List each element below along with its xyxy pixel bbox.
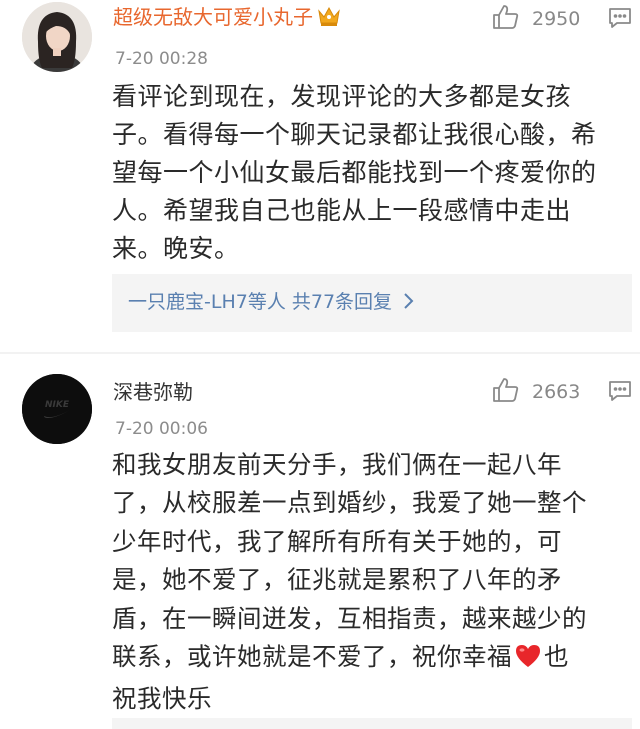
user-portrait-image [22, 2, 92, 72]
thumbs-up-icon[interactable] [492, 376, 520, 408]
comment-line: 人。希望我自己也能从上一段感情中走出 [112, 196, 572, 225]
svg-text:NIKE: NIKE [45, 400, 70, 410]
username-text[interactable]: 深巷弥勒 [113, 380, 193, 404]
comment-line: 是，她不爱了，征兆就是累积了八年的矛 [112, 565, 562, 595]
comment-item: 超级无敌大可爱小丸子 7-20 00:28 2950 看评论到现在，发现评论的大… [0, 0, 640, 354]
avatar[interactable] [22, 2, 92, 72]
comment-line: 来。晚安。 [112, 234, 240, 263]
comment-item: NIKE 深巷弥勒 7-20 00:06 2663 和我女朋友前天分手，我们俩在… [0, 354, 640, 729]
comment-line: 少年时代，我了解所有所有关于她的，可 [112, 526, 562, 556]
avatar[interactable]: NIKE [22, 374, 92, 444]
comment-line: 联系，或许她就是不爱了，祝你幸福 也 [112, 638, 632, 680]
replies-summary-text[interactable]: 一只鹿宝-LH7等人 共77条回复 [128, 291, 392, 313]
comment-line-text: 也 [544, 642, 569, 672]
reply-button[interactable] [608, 379, 632, 407]
comment-line-text: 联系，或许她就是不爱了，祝你幸福 [112, 642, 512, 672]
replies-link[interactable]: 一只鹿宝-LH7等人 共77条回复 [128, 289, 414, 317]
reply-button[interactable] [608, 6, 632, 34]
heart-icon [514, 642, 542, 680]
like-count: 2663 [532, 381, 581, 403]
comment-line: 和我女朋友前天分手，我们俩在一起八年 [112, 450, 562, 479]
comment-icon[interactable] [608, 8, 632, 34]
username[interactable]: 超级无敌大可爱小丸子 [113, 4, 341, 33]
replies-summary[interactable] [112, 718, 632, 729]
like-count: 2950 [532, 8, 581, 30]
nike-logo-avatar: NIKE [22, 374, 92, 444]
crown-icon [317, 5, 341, 33]
like-button[interactable]: 2663 [492, 376, 580, 408]
timestamp: 7-20 00:28 [115, 49, 208, 69]
timestamp: 7-20 00:06 [115, 419, 208, 439]
replies-summary[interactable]: 一只鹿宝-LH7等人 共77条回复 [112, 274, 632, 332]
like-button[interactable]: 2950 [492, 3, 580, 35]
comment-line: 子。看得每一个聊天记录都让我很心酸，希 [112, 120, 597, 149]
comment-text: 看评论到现在，发现评论的大多都是女孩 子。看得每一个聊天记录都让我很心酸，希 望… [112, 78, 632, 268]
username-text[interactable]: 超级无敌大可爱小丸子 [113, 5, 313, 29]
comment-line: 祝我快乐 [112, 684, 212, 714]
chevron-right-icon [402, 291, 414, 317]
comment-line: 望每一个小仙女最后都能找到一个疼爱你的 [112, 158, 597, 187]
username[interactable]: 深巷弥勒 [113, 379, 193, 405]
comment-line: 了，从校服差一点到婚纱，我爱了她一整个 [112, 488, 587, 518]
comment-line: 看评论到现在，发现评论的大多都是女孩 [112, 82, 572, 111]
comment-text: 和我女朋友前天分手，我们俩在一起八年 了，从校服差一点到婚纱，我爱了她一整个 少… [112, 446, 632, 719]
comment-icon[interactable] [608, 381, 632, 407]
thumbs-up-icon[interactable] [492, 3, 520, 35]
comment-line: 盾，在一瞬间迸发，互相指责，越来越少的 [112, 603, 587, 633]
